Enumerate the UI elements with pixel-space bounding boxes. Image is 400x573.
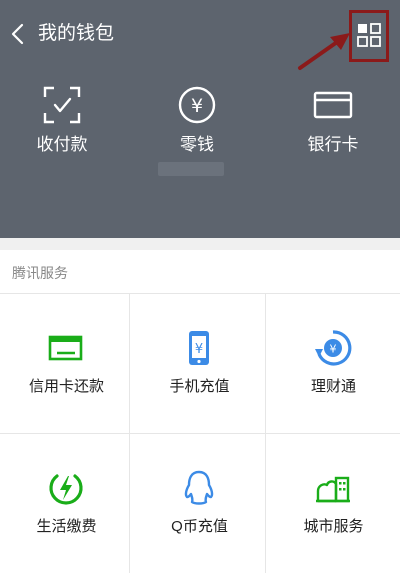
- page-title: 我的钱包: [38, 23, 115, 44]
- top-item-pay[interactable]: 收付款: [12, 85, 112, 165]
- service-city-service[interactable]: 城市服务: [267, 433, 400, 573]
- service-label: 城市服务: [303, 518, 364, 535]
- utility-bill-icon: [49, 474, 83, 505]
- credit-card-repay-icon: [48, 335, 83, 361]
- top-item-bank-card[interactable]: 银行卡: [283, 85, 383, 165]
- pointer-arrow-icon: [298, 33, 350, 70]
- svg-text:¥: ¥: [191, 95, 203, 117]
- bank-card-icon: [313, 91, 353, 119]
- phone-topup-icon: ¥: [189, 331, 209, 365]
- service-label: 生活缴费: [36, 518, 97, 535]
- service-wealth[interactable]: ¥ 理财通: [267, 293, 400, 433]
- svg-text:¥: ¥: [195, 342, 203, 357]
- city-service-icon: [316, 476, 350, 503]
- service-label: 理财通: [310, 378, 356, 395]
- chevron-left-icon[interactable]: [8, 22, 28, 46]
- grid-menu-icon[interactable]: [356, 22, 382, 48]
- service-label: 信用卡还款: [28, 378, 104, 395]
- service-phone-topup[interactable]: ¥ 手机充值: [133, 293, 266, 433]
- section-title: 腾讯服务: [12, 265, 68, 281]
- top-item-label: 收付款: [36, 135, 88, 154]
- service-utility-bill[interactable]: 生活缴费: [0, 433, 133, 573]
- yuan-coin-icon: ¥: [178, 86, 216, 124]
- scan-pay-icon: [43, 86, 81, 124]
- wallet-header: 我的钱包 收付款 ¥ 零钱 银行卡: [0, 0, 400, 238]
- service-label: 手机充值: [169, 378, 230, 395]
- top-item-label: 银行卡: [307, 135, 359, 154]
- svg-text:¥: ¥: [330, 343, 337, 356]
- service-q-coin[interactable]: Q币充值: [133, 433, 266, 573]
- q-coin-icon: [184, 470, 214, 505]
- wealth-icon: ¥: [315, 330, 352, 366]
- section-divider: [0, 238, 400, 250]
- top-item-label: 零钱: [180, 135, 214, 154]
- blurred-balance: [158, 162, 224, 176]
- service-credit-card-repay[interactable]: 信用卡还款: [0, 293, 133, 433]
- service-label: Q币充值: [171, 518, 228, 535]
- tencent-services-section: 腾讯服务 信用卡还款 ¥ 手机充值 ¥ 理财通 生活缴费 Q币充值 城市服务: [0, 250, 400, 573]
- top-item-change[interactable]: ¥ 零钱: [147, 85, 247, 165]
